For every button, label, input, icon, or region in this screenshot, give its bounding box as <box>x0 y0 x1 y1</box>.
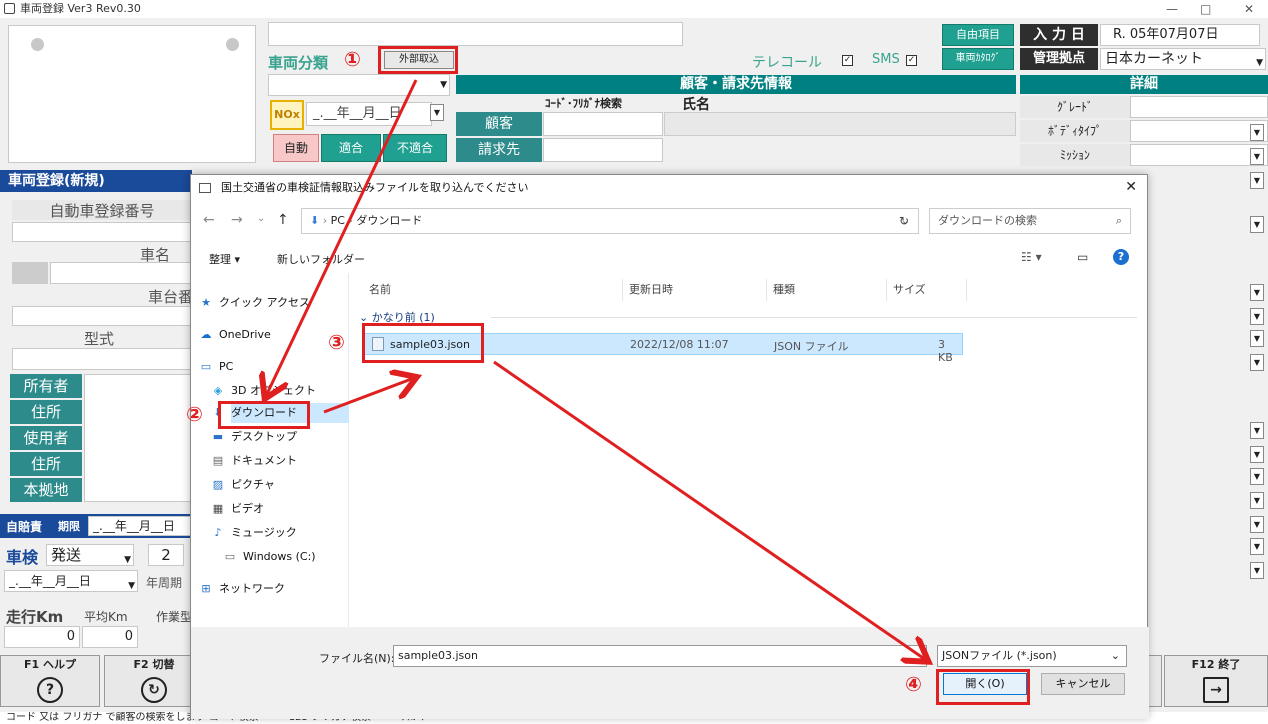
arrow-1-to-2 <box>266 79 418 396</box>
arrow-2-to-3 <box>323 378 414 414</box>
arrow-3-to-4 <box>493 360 926 660</box>
annotation-arrows <box>0 79 1268 724</box>
